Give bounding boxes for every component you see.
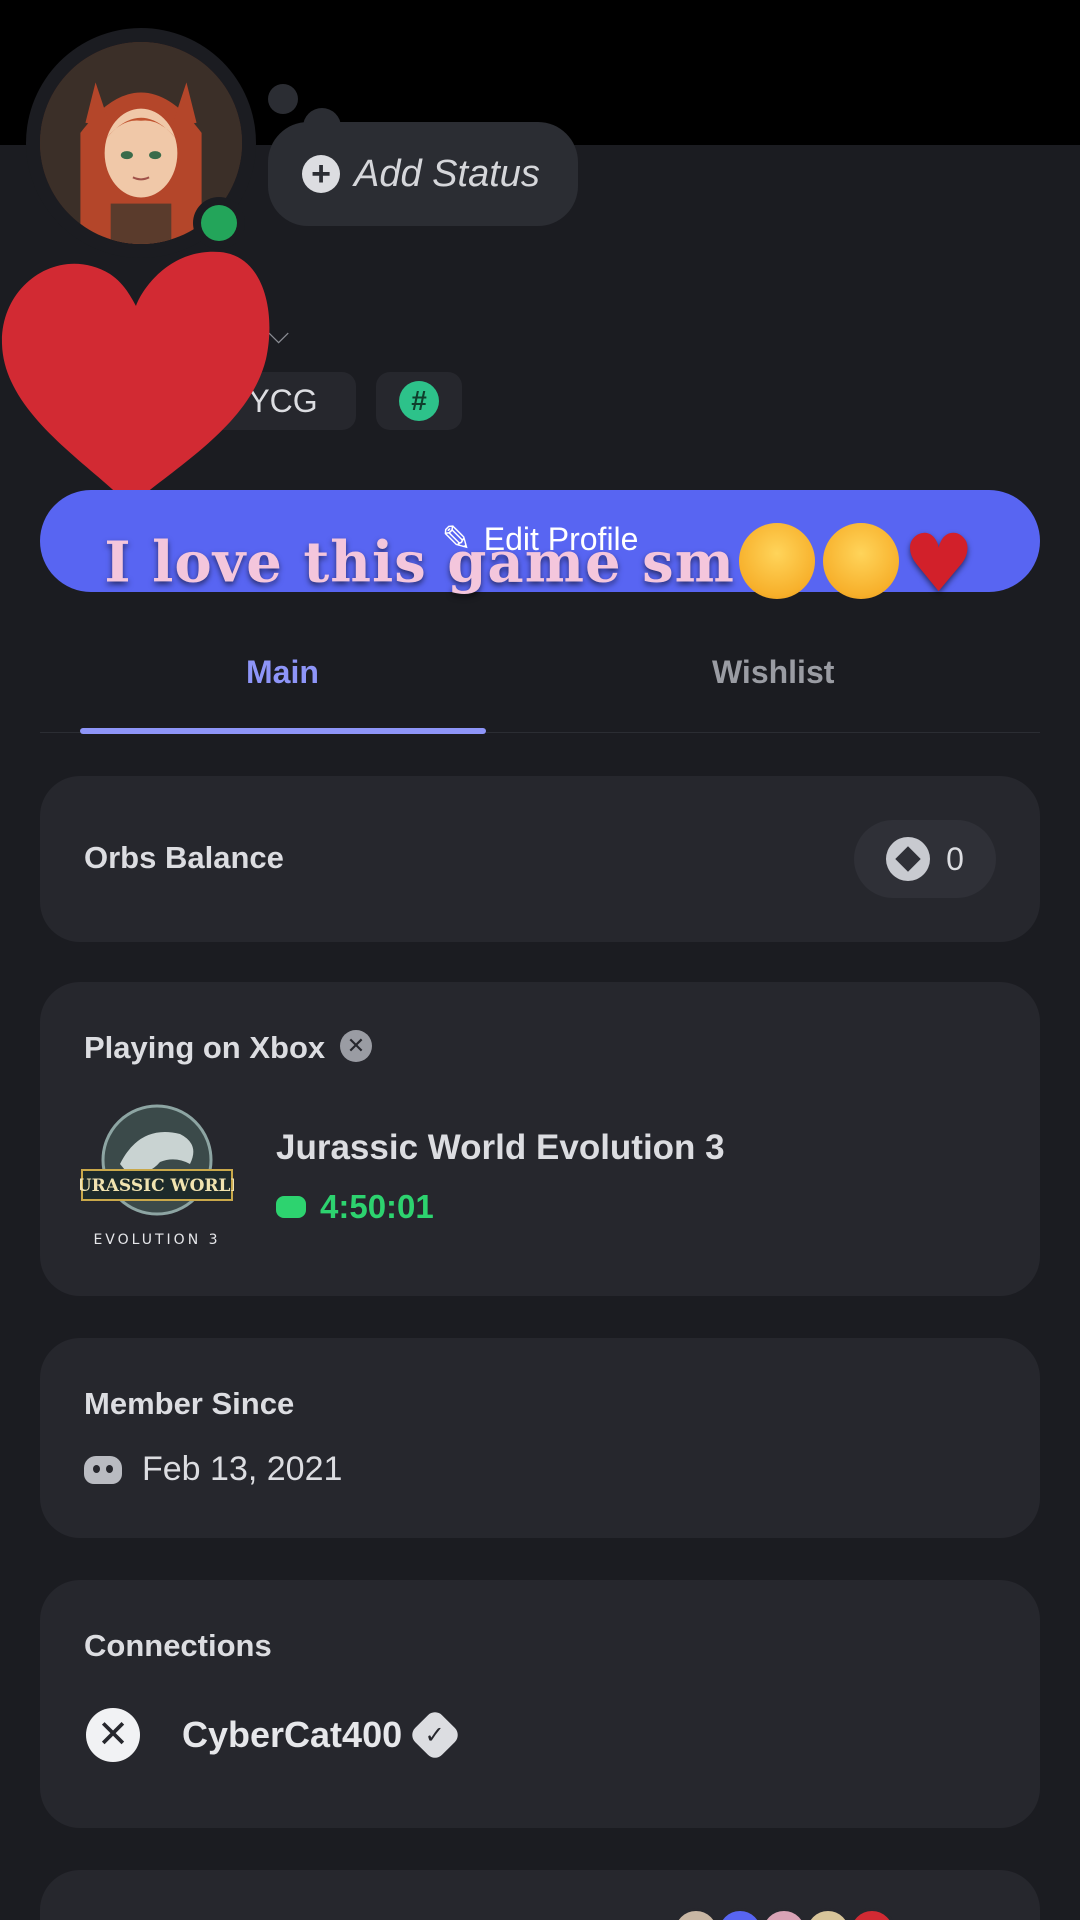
member-since-row: Feb 13, 2021: [84, 1450, 342, 1489]
orbs-title: Orbs Balance: [84, 840, 284, 875]
hash-badge[interactable]: #: [376, 372, 462, 430]
orbs-balance-card[interactable]: Orbs Balance 0: [40, 776, 1040, 942]
connection-account-name: CyberCat400: [182, 1714, 403, 1755]
avatar: [672, 1908, 720, 1920]
elapsed-value: 4:50:01: [320, 1188, 434, 1225]
hash-icon: #: [399, 381, 439, 421]
game-art-title: JURASSIC WORLD: [80, 1176, 234, 1196]
avatar: [804, 1908, 852, 1920]
connection-item[interactable]: CyberCat400 ✓: [86, 1708, 462, 1762]
plus-icon: +: [302, 155, 340, 193]
connections-title: Connections: [84, 1628, 272, 1663]
mutual-avatars[interactable]: [672, 1908, 896, 1920]
game-name: Jurassic World Evolution 3: [276, 1128, 725, 1167]
red-heart-icon: ♥: [902, 516, 976, 610]
game-art-subtitle: EVOLUTION 3: [93, 1232, 220, 1248]
add-status-button[interactable]: + Add Status: [268, 122, 578, 226]
orbs-balance-pill[interactable]: 0: [854, 820, 996, 898]
member-since-title: Member Since: [84, 1386, 295, 1421]
verified-icon: ✓: [408, 1708, 462, 1762]
pleading-face-icon: [822, 523, 899, 599]
orbs-value: 0: [946, 840, 964, 877]
discord-icon: [84, 1455, 122, 1484]
avatar: [848, 1908, 896, 1920]
heart-sticker: [1, 251, 270, 506]
connections-card: Connections CyberCat400 ✓: [40, 1580, 1040, 1828]
pleading-face-icon: [738, 523, 815, 599]
activity-card[interactable]: Playing on Xbox JURASSIC WORLD EVOLUTION…: [40, 982, 1040, 1296]
avatar: [716, 1908, 764, 1920]
caption-text: I love this game sm: [104, 529, 735, 596]
game-art: JURASSIC WORLD EVOLUTION 3: [80, 1104, 234, 1248]
game-elapsed-time: 4:50:01: [276, 1188, 434, 1226]
xbox-icon: [86, 1708, 140, 1762]
xbox-icon: [340, 1030, 372, 1062]
avatar: [760, 1908, 808, 1920]
tab-wishlist[interactable]: Wishlist: [712, 654, 834, 691]
member-since-date: Feb 13, 2021: [142, 1450, 343, 1488]
add-status-label: Add Status: [354, 152, 540, 195]
gamepad-icon: [276, 1196, 306, 1218]
orb-icon: [886, 837, 931, 881]
status-bubble-dot: [268, 84, 298, 114]
online-status-indicator: [193, 197, 245, 249]
activity-title: Playing on Xbox: [84, 1030, 326, 1065]
active-tab-indicator: [80, 728, 486, 734]
tab-main[interactable]: Main: [246, 654, 319, 691]
profile-tabs: Main Wishlist: [40, 640, 1040, 734]
member-since-card: Member Since Feb 13, 2021: [40, 1338, 1040, 1538]
video-caption: I love this game sm ♥: [0, 516, 1080, 614]
